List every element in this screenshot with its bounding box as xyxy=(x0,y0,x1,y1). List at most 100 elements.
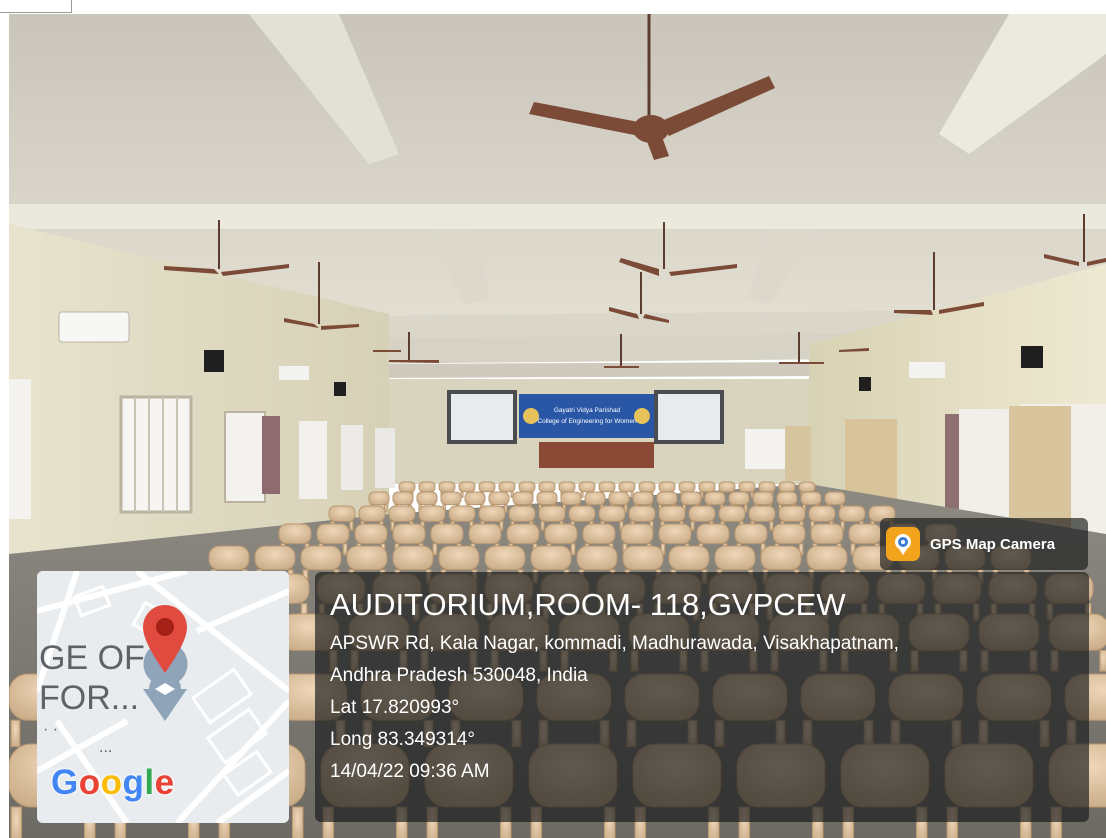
map-place-label-line-1: GE OF xyxy=(39,639,145,677)
chair xyxy=(778,481,796,493)
chair xyxy=(680,491,702,506)
chair-leg xyxy=(432,543,438,556)
chair xyxy=(848,523,882,545)
chair xyxy=(658,505,686,522)
chair xyxy=(392,545,434,571)
chair xyxy=(688,505,716,522)
chair xyxy=(506,523,540,545)
chair xyxy=(478,481,496,493)
chair xyxy=(568,505,596,522)
chair xyxy=(300,545,342,571)
chair xyxy=(738,481,756,493)
longitude-text: Long 83.349314° xyxy=(330,729,475,750)
chair-leg xyxy=(690,520,695,531)
chair xyxy=(806,545,848,571)
google-logo: Google xyxy=(51,763,175,803)
map-dots: · · xyxy=(43,721,59,738)
chair xyxy=(440,491,462,506)
chair-leg xyxy=(349,520,354,531)
chair-leg xyxy=(10,806,23,838)
chair xyxy=(760,545,802,571)
latitude-text: Lat 17.820993° xyxy=(330,697,460,718)
chair xyxy=(468,523,502,545)
chair xyxy=(618,481,636,493)
google-logo-letter: l xyxy=(144,763,155,802)
chair xyxy=(658,523,692,545)
chair xyxy=(538,481,556,493)
chair xyxy=(798,481,816,493)
chair xyxy=(632,491,654,506)
chair xyxy=(388,505,416,522)
chair xyxy=(576,545,618,571)
chair xyxy=(808,505,836,522)
chair xyxy=(598,505,626,522)
address-line-2: Andhra Pradesh 530048, India xyxy=(330,665,588,686)
chair-leg xyxy=(540,520,545,531)
chair xyxy=(752,491,774,506)
google-logo-letter: e xyxy=(154,763,175,802)
chair xyxy=(776,491,798,506)
chair xyxy=(696,523,730,545)
chair xyxy=(698,481,716,493)
chair xyxy=(530,545,572,571)
chair xyxy=(838,505,866,522)
chair xyxy=(704,491,726,506)
chair-leg xyxy=(570,543,576,556)
chair xyxy=(418,481,436,493)
chair xyxy=(656,491,678,506)
chair xyxy=(620,523,654,545)
chair xyxy=(728,491,750,506)
chair xyxy=(668,545,710,571)
location-title: AUDITORIUM,ROOM- 118,GVPCEW xyxy=(330,587,846,622)
google-logo-letter: G xyxy=(51,763,79,802)
chair xyxy=(498,481,516,493)
chair xyxy=(558,481,576,493)
chair xyxy=(458,481,476,493)
map-ellipsis: ... xyxy=(99,739,113,756)
chair xyxy=(824,491,846,506)
chair xyxy=(512,491,534,506)
badge-label: GPS Map Camera xyxy=(930,535,1056,553)
chair xyxy=(578,481,596,493)
chair xyxy=(438,545,480,571)
chair xyxy=(254,545,296,571)
chair xyxy=(714,545,756,571)
chair xyxy=(508,505,536,522)
location-info-panel: AUDITORIUM,ROOM- 118,GVPCEW APSWR Rd, Ka… xyxy=(315,572,1089,822)
chair xyxy=(538,505,566,522)
chair xyxy=(346,545,388,571)
address-line-1: APSWR Rd, Kala Nagar, kommadi, Madhurawa… xyxy=(330,633,899,654)
chair xyxy=(658,481,676,493)
chair xyxy=(584,491,606,506)
chair xyxy=(328,505,356,522)
chair xyxy=(810,523,844,545)
chair xyxy=(748,505,776,522)
chair xyxy=(772,523,806,545)
chair xyxy=(354,523,388,545)
corner-box xyxy=(0,0,72,13)
chair-leg xyxy=(342,543,348,556)
chair xyxy=(430,523,464,545)
google-logo-letter: g xyxy=(122,763,145,802)
chair xyxy=(758,481,776,493)
chair xyxy=(622,545,664,571)
banner-line-2: College of Engineering for Women xyxy=(537,418,637,425)
timestamp-text: 14/04/22 09:36 AM xyxy=(330,761,490,782)
gps-map-camera-badge: GPS Map Camera xyxy=(880,518,1088,570)
chair xyxy=(416,491,438,506)
chair xyxy=(368,491,390,506)
chair xyxy=(628,505,656,522)
chair xyxy=(536,491,558,506)
chair xyxy=(718,481,736,493)
chair xyxy=(582,523,616,545)
chair xyxy=(208,545,250,571)
google-logo-letter: o xyxy=(78,763,101,802)
chair xyxy=(278,523,312,545)
chair xyxy=(484,545,526,571)
chair xyxy=(560,491,582,506)
chair xyxy=(734,523,768,545)
map-pin-camera-icon xyxy=(886,527,920,561)
chair xyxy=(316,523,350,545)
chair-leg xyxy=(1099,649,1106,672)
chair xyxy=(464,491,486,506)
